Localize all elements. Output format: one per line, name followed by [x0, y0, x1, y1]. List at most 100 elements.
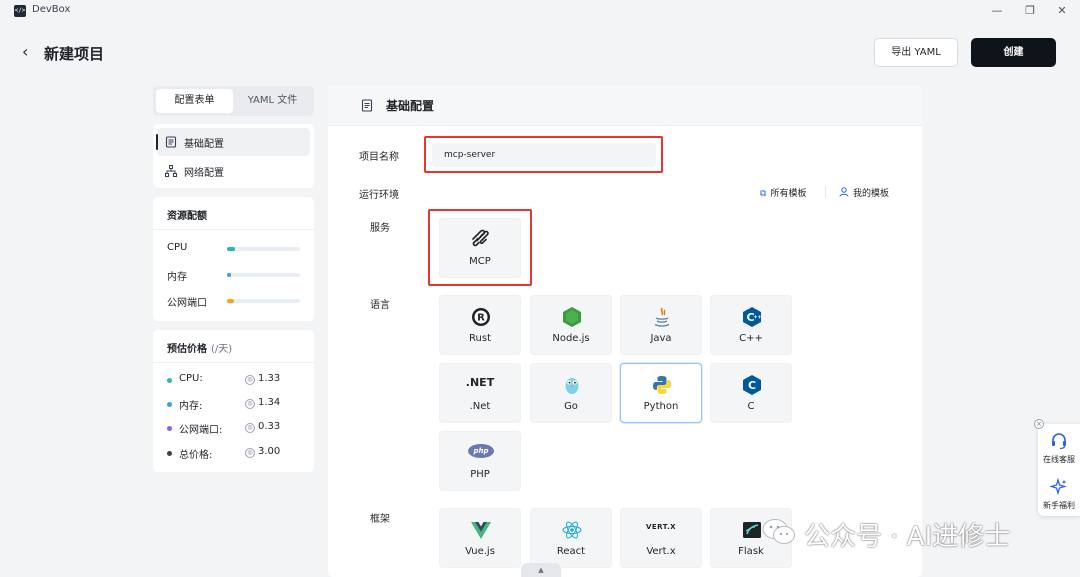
resource-row-port: 公网端口	[167, 294, 307, 309]
back-arrow-icon[interactable]: ‹	[22, 44, 36, 60]
my-templates-label: 我的模板	[853, 189, 890, 199]
resource-bar	[227, 273, 300, 277]
scroll-up-handle[interactable]: ▲	[521, 563, 561, 577]
title-bar: </> DevBox — ❐ ✕	[0, 0, 1080, 22]
service-tile-mcp[interactable]: MCP	[439, 218, 521, 278]
newbie-benefits-button[interactable]: 新手福利	[1038, 474, 1080, 514]
language-tile-nodejs[interactable]: Node.js	[530, 295, 612, 355]
language-tile-python[interactable]: Python	[620, 363, 702, 423]
price-row-total: 总价格: ◎ 3.00	[167, 446, 307, 461]
basic-config-panel: 基础配置 项目名称 运行环境 ⧉所有模板 我的模板 服务 MCP 语言 R Ru…	[328, 86, 922, 577]
tile-label: Python	[643, 401, 679, 412]
sparkle-icon	[1050, 478, 1067, 496]
resource-label: 公网端口	[167, 298, 207, 309]
tile-label: Node.js	[552, 333, 590, 344]
tile-label: Rust	[469, 333, 491, 344]
app-title: DevBox	[32, 4, 71, 15]
coin-icon: ◎	[245, 399, 255, 409]
language-tile-rust[interactable]: R Rust	[439, 295, 521, 355]
svg-text:++: ++	[753, 315, 761, 321]
headset-icon	[1052, 433, 1066, 450]
price-value: 1.34	[258, 397, 281, 408]
create-button[interactable]: 创建	[971, 38, 1056, 67]
project-name-input[interactable]	[432, 143, 656, 167]
minimize-button[interactable]: —	[989, 3, 1005, 19]
language-tile-php[interactable]: php PHP	[439, 431, 521, 491]
go-icon	[565, 378, 579, 394]
price-value: 0.33	[258, 421, 281, 432]
mcp-icon	[472, 229, 489, 247]
legend-dot	[167, 402, 172, 407]
tile-label: Vert.x	[646, 546, 676, 557]
nav-item-basic-config[interactable]: 基础配置	[156, 128, 310, 156]
react-icon	[562, 521, 582, 539]
price-row-cpu: CPU: ◎ 1.33	[167, 373, 307, 387]
coin-icon: ◎	[245, 423, 255, 433]
java-icon	[654, 307, 670, 327]
resource-bar	[227, 247, 300, 251]
export-yaml-button[interactable]: 导出 YAML	[874, 38, 958, 67]
page-title: 新建项目	[44, 45, 105, 63]
float-item-label: 在线客服	[1043, 455, 1075, 464]
tab-config-form[interactable]: 配置表单	[156, 89, 233, 113]
all-templates-link[interactable]: ⧉ 所有模板	[760, 186, 806, 199]
tile-label: Flask	[738, 546, 764, 557]
price-label: 内存:	[179, 401, 203, 412]
nav-item-label: 基础配置	[184, 139, 224, 150]
tile-label: .Net	[469, 401, 491, 412]
close-button[interactable]: ✕	[1054, 3, 1070, 19]
tile-label: Vue.js	[465, 546, 495, 557]
resource-bar-fill	[227, 247, 236, 251]
language-tile-java[interactable]: Java	[620, 295, 702, 355]
wechat-logo-icon	[762, 519, 795, 544]
tile-label: PHP	[470, 469, 490, 480]
dotnet-icon: .NET	[465, 376, 495, 389]
legend-dot	[167, 451, 172, 456]
language-tile-cpp[interactable]: C ++ C++	[710, 295, 792, 355]
watermark-text: 公众号 · AI进修士	[804, 522, 1011, 552]
price-title-text: 预估价格	[167, 344, 207, 355]
svg-text:C: C	[748, 379, 756, 392]
resource-bar	[227, 299, 300, 303]
rust-icon: R	[472, 308, 490, 326]
resource-row-memory: 内存	[167, 268, 307, 283]
framework-tile-react[interactable]: React	[530, 508, 612, 568]
vertx-icon: VERT.X	[645, 523, 677, 531]
all-templates-label: 所有模板	[770, 189, 807, 199]
divider	[153, 362, 314, 363]
language-tile-c[interactable]: C C	[710, 363, 792, 423]
divider	[825, 186, 826, 198]
price-estimate-card: 预估价格 (/天) CPU: ◎ 1.33 内存: ◎ 1.34 公网端口: ◎ …	[153, 330, 314, 472]
nav-item-label: 网络配置	[184, 168, 224, 179]
resource-label: CPU	[167, 242, 188, 253]
language-tile-dotnet[interactable]: .NET .Net	[439, 363, 521, 423]
price-estimate-title: 预估价格 (/天)	[167, 340, 232, 355]
resource-row-cpu: CPU	[167, 242, 307, 256]
template-grid-icon: ⧉	[760, 189, 767, 199]
price-value: 1.33	[258, 373, 281, 384]
framework-tile-vue[interactable]: Vue.js	[439, 508, 521, 568]
price-label: CPU:	[179, 373, 203, 384]
close-widget-icon[interactable]: ×	[1034, 419, 1044, 429]
my-templates-link[interactable]: 我的模板	[839, 186, 889, 199]
restore-button[interactable]: ❐	[1022, 3, 1038, 19]
panel-title: 基础配置	[386, 99, 435, 113]
document-icon	[165, 136, 177, 148]
nav-item-network-config[interactable]: 网络配置	[157, 157, 310, 185]
divider	[153, 229, 314, 230]
legend-dot	[167, 378, 172, 383]
tile-label: Java	[650, 333, 672, 344]
framework-tile-vertx[interactable]: VERT.X Vert.x	[620, 508, 702, 568]
tile-label: React	[556, 546, 586, 557]
resource-label: 内存	[167, 272, 187, 283]
tile-label: Go	[564, 401, 578, 412]
online-support-button[interactable]: 在线客服	[1038, 428, 1080, 468]
float-item-label: 新手福利	[1043, 501, 1075, 510]
framework-label: 框架	[370, 514, 390, 525]
price-row-port: 公网端口: ◎ 0.33	[167, 421, 307, 436]
tab-yaml-file[interactable]: YAML 文件	[234, 89, 311, 113]
language-tile-go[interactable]: Go	[530, 363, 612, 423]
tile-label: MCP	[469, 256, 491, 267]
price-value: 3.00	[258, 446, 281, 457]
document-icon	[361, 99, 373, 112]
